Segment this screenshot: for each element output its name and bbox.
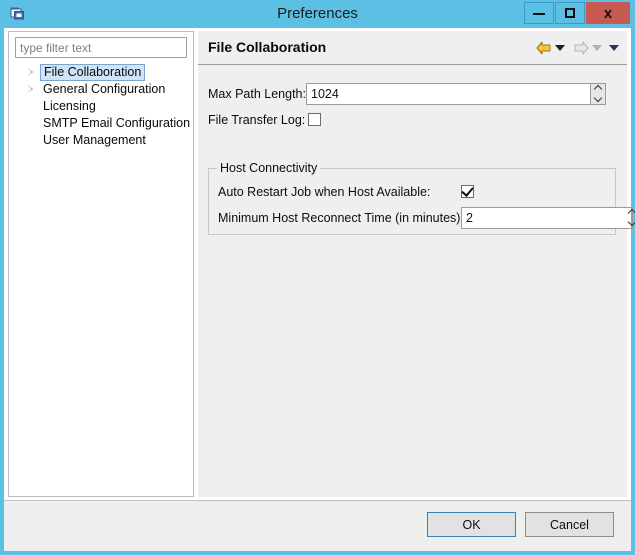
sidebar-item-label: General Configuration [43, 82, 166, 96]
max-path-length-spin-buttons [590, 83, 606, 105]
sidebar-item-general-configuration[interactable]: General Configuration [9, 81, 193, 98]
content-header: File Collaboration [198, 31, 627, 65]
forward-dropdown-icon [592, 45, 602, 51]
maximize-button[interactable] [555, 2, 585, 24]
sidebar-item-label: Licensing [43, 99, 96, 113]
back-dropdown-icon[interactable] [555, 45, 565, 51]
sidebar-item-label: User Management [43, 133, 146, 147]
sidebar-item-user-management[interactable]: User Management [9, 132, 193, 149]
min-reconnect-row: Minimum Host Reconnect Time (in minutes)… [218, 207, 464, 229]
dialog-client-area: File Collaboration General Configuration… [4, 28, 635, 551]
settings-tree-panel: File Collaboration General Configuration… [8, 31, 194, 497]
navigation-toolbar [535, 39, 621, 57]
minimize-icon [533, 13, 545, 15]
preferences-window: Preferences x File Collaboration General… [0, 0, 635, 555]
view-menu-icon[interactable] [609, 45, 619, 51]
close-button[interactable]: x [586, 2, 630, 24]
max-path-length-row: Max Path Length: [208, 83, 306, 105]
sidebar-item-smtp-email-configuration[interactable]: SMTP Email Configuration [9, 115, 193, 132]
sidebar-item-label: SMTP Email Configuration [43, 116, 191, 130]
host-connectivity-group: Host Connectivity Auto Restart Job when … [208, 161, 635, 235]
max-path-length-label: Max Path Length: [208, 87, 306, 101]
auto-restart-row: Auto Restart Job when Host Available: [218, 181, 430, 203]
maximize-icon [565, 8, 575, 18]
sidebar-item-file-collaboration[interactable]: File Collaboration [9, 64, 193, 81]
min-reconnect-label: Minimum Host Reconnect Time (in minutes)… [218, 211, 464, 225]
expand-arrow-icon[interactable] [27, 85, 33, 93]
settings-tree: File Collaboration General Configuration… [9, 64, 193, 149]
sidebar-item-licensing[interactable]: Licensing [9, 98, 193, 115]
preferences-content-panel: File Collaboration Max Path Length: 1024… [198, 31, 635, 497]
max-path-length-input[interactable] [306, 83, 590, 105]
title-bar: Preferences x [0, 0, 635, 28]
auto-restart-label: Auto Restart Job when Host Available: [218, 185, 431, 199]
file-transfer-log-label: File Transfer Log: [208, 113, 306, 127]
spin-up-icon[interactable] [591, 84, 605, 94]
max-path-length-stepper[interactable] [306, 83, 606, 105]
back-arrow-icon[interactable] [535, 40, 553, 56]
filter-input[interactable] [15, 37, 187, 58]
min-reconnect-spin-buttons [627, 207, 635, 229]
sidebar-item-label: File Collaboration [40, 64, 146, 81]
forward-arrow-icon [572, 40, 590, 56]
host-connectivity-legend: Host Connectivity [217, 161, 321, 175]
min-reconnect-input[interactable] [461, 207, 631, 229]
check-icon [461, 184, 474, 197]
minimize-button[interactable] [524, 2, 554, 24]
file-transfer-log-checkbox[interactable] [308, 113, 321, 126]
cancel-button[interactable]: Cancel [525, 512, 614, 537]
file-transfer-log-row: File Transfer Log: [208, 109, 305, 131]
auto-restart-checkbox[interactable] [461, 184, 474, 198]
min-reconnect-stepper[interactable] [461, 207, 635, 229]
dialog-button-bar: OK Cancel [4, 500, 631, 551]
expand-arrow-icon[interactable] [27, 68, 33, 76]
close-icon: x [603, 4, 613, 22]
ok-button[interactable]: OK [427, 512, 516, 537]
spin-down-icon[interactable] [591, 93, 605, 104]
page-title: File Collaboration [208, 39, 327, 55]
